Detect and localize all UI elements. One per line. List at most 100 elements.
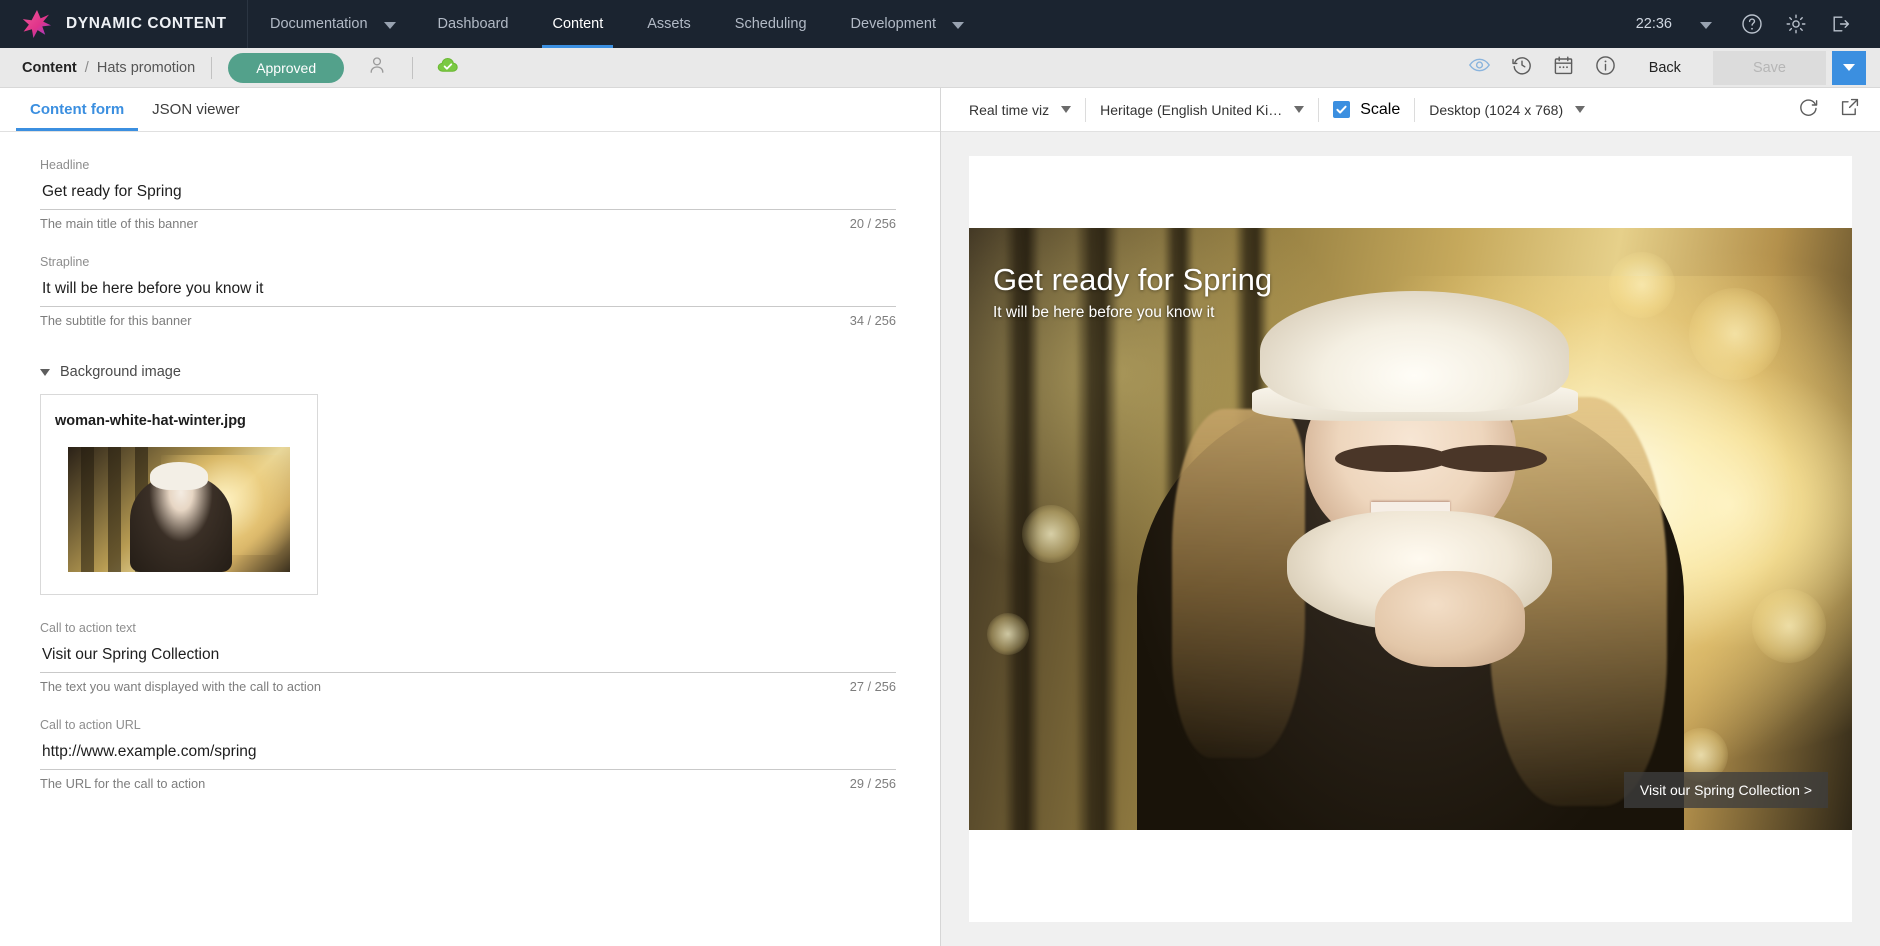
top-navigation-bar: DYNAMIC CONTENT Documentation Dashboard … bbox=[0, 0, 1880, 48]
device-select[interactable]: Desktop (1024 x 768) bbox=[1415, 95, 1599, 125]
preview-canvas: Get ready for Spring It will be here bef… bbox=[969, 156, 1852, 922]
history-button[interactable] bbox=[1503, 51, 1541, 85]
figure-hair-left bbox=[1172, 408, 1305, 758]
field-strapline-label: Strapline bbox=[40, 255, 90, 269]
chevron-down-icon bbox=[951, 22, 964, 29]
schedule-button[interactable] bbox=[1545, 51, 1583, 85]
subheader-actions: Back Save bbox=[1461, 50, 1866, 85]
user-icon bbox=[367, 55, 387, 80]
open-in-new-window-button[interactable] bbox=[1832, 93, 1868, 127]
field-cta-text-help: The text you want displayed with the cal… bbox=[40, 679, 321, 694]
open-external-icon bbox=[1840, 97, 1860, 122]
nav-item-development-label: Development bbox=[850, 16, 936, 32]
cta-url-input[interactable]: http://www.example.com/spring bbox=[40, 739, 896, 770]
field-cta-url-counter: 29 / 256 bbox=[849, 776, 896, 791]
banner-preview[interactable]: Get ready for Spring It will be here bef… bbox=[969, 228, 1852, 830]
field-strapline-counter: 34 / 256 bbox=[849, 313, 896, 328]
clock-label: 22:36 bbox=[1635, 16, 1672, 32]
main-split: Content form JSON viewer Headline Get re… bbox=[0, 88, 1880, 946]
preview-eye-icon bbox=[1468, 55, 1491, 80]
refresh-preview-button[interactable] bbox=[1790, 93, 1826, 127]
field-cta-url-footer: The URL for the call to action 29 / 256 bbox=[40, 770, 896, 791]
scale-toggle[interactable]: Scale bbox=[1319, 101, 1414, 119]
form-tabs: Content form JSON viewer bbox=[0, 88, 940, 132]
settings-button[interactable] bbox=[1774, 0, 1818, 48]
field-strapline: Strapline It will be here before you kno… bbox=[40, 255, 896, 328]
calendar-icon bbox=[1553, 55, 1574, 81]
content-subheader: Content / Hats promotion Approved Back S… bbox=[0, 48, 1880, 88]
field-headline-footer: The main title of this banner 20 / 256 bbox=[40, 210, 896, 231]
chevron-down-icon bbox=[1843, 64, 1855, 71]
nav-item-development[interactable]: Development bbox=[829, 0, 984, 48]
background-image-card[interactable]: woman-white-hat-winter.jpg bbox=[40, 394, 318, 595]
locale-label: Heritage (English United Ki… bbox=[1100, 101, 1283, 118]
top-nav-right-cluster: 22:36 bbox=[1626, 0, 1880, 48]
assignee-button[interactable] bbox=[358, 51, 396, 85]
field-cta-text: Call to action text Visit our Spring Col… bbox=[40, 621, 896, 694]
banner-strapline: It will be here before you know it bbox=[993, 304, 1215, 321]
chevron-down-icon bbox=[383, 22, 396, 29]
nav-item-assets[interactable]: Assets bbox=[625, 0, 713, 48]
banner-cta-button[interactable]: Visit our Spring Collection > bbox=[1623, 772, 1828, 808]
account-menu-button[interactable] bbox=[1682, 0, 1730, 48]
preview-stage: Get ready for Spring It will be here bef… bbox=[941, 132, 1880, 946]
gear-icon bbox=[1785, 13, 1807, 35]
content-form-pane: Content form JSON viewer Headline Get re… bbox=[0, 88, 941, 946]
strapline-input[interactable]: It will be here before you know it bbox=[40, 276, 896, 307]
preview-pane: Real time viz Heritage (English United K… bbox=[941, 88, 1880, 946]
chevron-down-icon bbox=[1575, 106, 1586, 113]
field-headline: Headline Get ready for Spring The main t… bbox=[40, 158, 896, 231]
background-image-thumbnail[interactable] bbox=[68, 447, 290, 572]
save-options-button[interactable] bbox=[1832, 50, 1866, 85]
locale-select[interactable]: Heritage (English United Ki… bbox=[1086, 95, 1318, 125]
nav-item-dashboard-label: Dashboard bbox=[437, 16, 509, 32]
viz-mode-select[interactable]: Real time viz bbox=[955, 95, 1085, 125]
scale-label: Scale bbox=[1360, 100, 1401, 118]
nav-item-content-label: Content bbox=[552, 16, 604, 32]
chevron-down-icon bbox=[1294, 106, 1305, 113]
field-strapline-footer: The subtitle for this banner 34 / 256 bbox=[40, 307, 896, 328]
tab-json-viewer[interactable]: JSON viewer bbox=[138, 88, 254, 131]
form-fields-area: Headline Get ready for Spring The main t… bbox=[0, 132, 940, 815]
background-image-filename: woman-white-hat-winter.jpg bbox=[55, 413, 246, 429]
amplience-logo-icon bbox=[22, 9, 52, 39]
refresh-icon bbox=[1798, 97, 1819, 123]
info-button[interactable] bbox=[1587, 51, 1625, 85]
background-image-section-title: Background image bbox=[60, 364, 181, 380]
back-button[interactable]: Back bbox=[1629, 52, 1701, 84]
nav-item-scheduling[interactable]: Scheduling bbox=[713, 0, 829, 48]
field-headline-help: The main title of this banner bbox=[40, 216, 198, 231]
figure-eye-right bbox=[1432, 444, 1548, 472]
field-headline-counter: 20 / 256 bbox=[849, 216, 896, 231]
logout-button[interactable] bbox=[1818, 0, 1862, 48]
tab-content-form-label: Content form bbox=[30, 101, 125, 118]
publish-status-button[interactable] bbox=[429, 51, 467, 85]
nav-item-content[interactable]: Content bbox=[530, 0, 625, 48]
breadcrumb-root[interactable]: Content bbox=[22, 60, 77, 76]
main-nav-items: Documentation Dashboard Content Assets S… bbox=[248, 0, 984, 48]
tab-content-form[interactable]: Content form bbox=[16, 88, 139, 131]
tab-json-viewer-label: JSON viewer bbox=[152, 101, 240, 118]
nav-item-documentation[interactable]: Documentation bbox=[248, 0, 416, 48]
status-badge[interactable]: Approved bbox=[228, 52, 345, 83]
scale-checkbox[interactable] bbox=[1333, 101, 1351, 118]
preview-button[interactable] bbox=[1461, 51, 1499, 85]
nav-item-dashboard[interactable]: Dashboard bbox=[416, 0, 531, 48]
nav-item-documentation-label: Documentation bbox=[270, 16, 368, 32]
cta-text-input[interactable]: Visit our Spring Collection bbox=[40, 642, 896, 673]
brand-area[interactable]: DYNAMIC CONTENT bbox=[0, 0, 248, 48]
save-button[interactable]: Save bbox=[1712, 50, 1826, 85]
nav-item-scheduling-label: Scheduling bbox=[734, 16, 807, 32]
field-cta-url-help: The URL for the call to action bbox=[40, 776, 206, 791]
headline-input[interactable]: Get ready for Spring bbox=[40, 179, 896, 210]
field-cta-text-label: Call to action text bbox=[40, 621, 136, 635]
info-icon bbox=[1595, 55, 1616, 81]
help-button[interactable] bbox=[1730, 0, 1774, 48]
chevron-down-icon[interactable] bbox=[40, 368, 50, 376]
breadcrumb: Content / Hats promotion bbox=[22, 60, 195, 76]
field-cta-text-footer: The text you want displayed with the cal… bbox=[40, 673, 896, 694]
figure-hand bbox=[1375, 571, 1526, 668]
background-image-section-header[interactable]: Background image bbox=[40, 364, 896, 380]
field-cta-url-label: Call to action URL bbox=[40, 718, 141, 732]
field-cta-text-counter: 27 / 256 bbox=[849, 679, 896, 694]
